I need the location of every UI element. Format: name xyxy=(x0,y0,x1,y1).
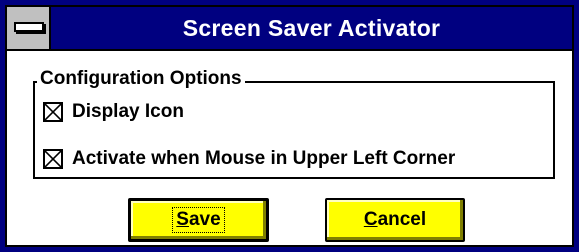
group-label: Configuration Options xyxy=(37,66,245,92)
activate-upper-left-option[interactable]: Activate when Mouse in Upper Left Corner xyxy=(43,146,455,172)
dialog-frame: Screen Saver Activator Configuration Opt… xyxy=(5,5,574,247)
display-icon-checkbox[interactable] xyxy=(43,102,63,122)
save-button-label: Save xyxy=(172,207,225,233)
display-icon-label: Display Icon xyxy=(72,101,184,122)
display-icon-option[interactable]: Display Icon xyxy=(43,99,184,125)
checkmark-x-icon xyxy=(45,104,61,120)
cancel-label-rest: ancel xyxy=(377,209,427,230)
save-label-rest: ave xyxy=(188,209,221,230)
checkmark-x-icon xyxy=(45,151,61,167)
cancel-button-label: Cancel xyxy=(361,208,429,232)
system-menu-button[interactable] xyxy=(7,7,51,49)
system-menu-icon xyxy=(14,22,44,32)
cancel-button[interactable]: Cancel xyxy=(325,198,465,242)
activate-upper-left-label: Activate when Mouse in Upper Left Corner xyxy=(72,148,456,169)
cancel-accelerator: C xyxy=(363,209,378,230)
save-button[interactable]: Save xyxy=(128,198,269,242)
window-title: Screen Saver Activator xyxy=(182,15,441,41)
title-bar[interactable]: Screen Saver Activator xyxy=(7,7,572,51)
save-accelerator: S xyxy=(176,209,189,230)
activate-upper-left-checkbox[interactable] xyxy=(43,149,63,169)
dialog-window: Screen Saver Activator Configuration Opt… xyxy=(0,0,579,252)
